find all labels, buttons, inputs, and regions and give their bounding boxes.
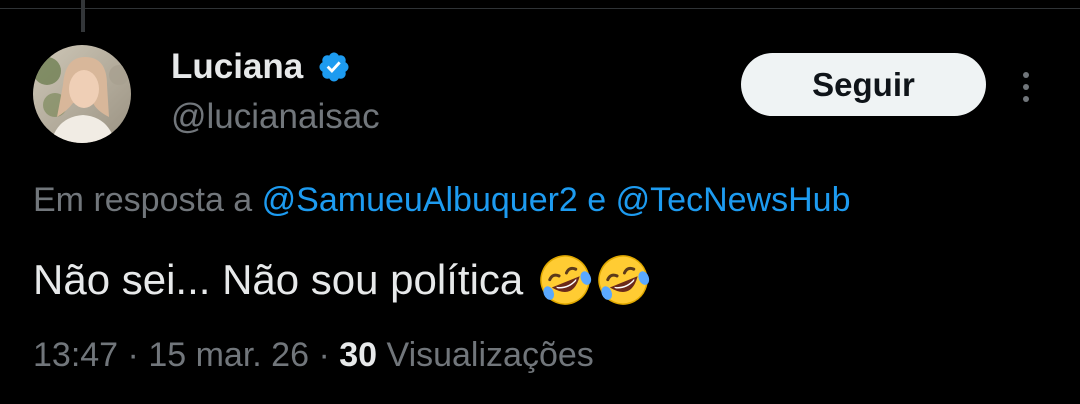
more-vertical-icon[interactable] [1012, 62, 1040, 112]
tweet-date[interactable]: 15 mar. 26 [148, 336, 309, 374]
avatar[interactable] [33, 45, 131, 143]
tweet-meta: 13:47 · 15 mar. 26 · 30 Visualizações [33, 333, 594, 377]
mention-link[interactable]: @TecNewsHub [616, 181, 851, 219]
mention-link[interactable]: @SamueuAlbuquer2 [262, 181, 578, 219]
rolling-on-floor-laughing-emoji [598, 255, 650, 305]
author-name[interactable]: Luciana [171, 44, 303, 90]
verified-badge-icon[interactable] [317, 50, 351, 84]
reply-prefix: Em resposta a [33, 181, 253, 219]
rolling-on-floor-laughing-emoji [540, 255, 592, 305]
reply-context: Em resposta a @SamueuAlbuquer2 e @TecNew… [33, 178, 850, 222]
reply-conjunction: e [587, 181, 607, 219]
avatar-photo [33, 45, 131, 143]
follow-button[interactable]: Seguir [741, 53, 986, 116]
views-label[interactable]: Visualizações [387, 336, 594, 374]
tweet-body: Não sei... Não sou política [33, 256, 524, 303]
tweet-text: Não sei... Não sou política [33, 252, 651, 308]
meta-separator: · [318, 336, 330, 374]
author-handle[interactable]: @lucianaisac [171, 94, 380, 140]
meta-separator: · [127, 336, 139, 374]
top-divider [0, 8, 1080, 9]
thread-connector-line [81, 0, 85, 32]
views-count[interactable]: 30 [339, 336, 377, 374]
tweet-time[interactable]: 13:47 [33, 336, 118, 374]
